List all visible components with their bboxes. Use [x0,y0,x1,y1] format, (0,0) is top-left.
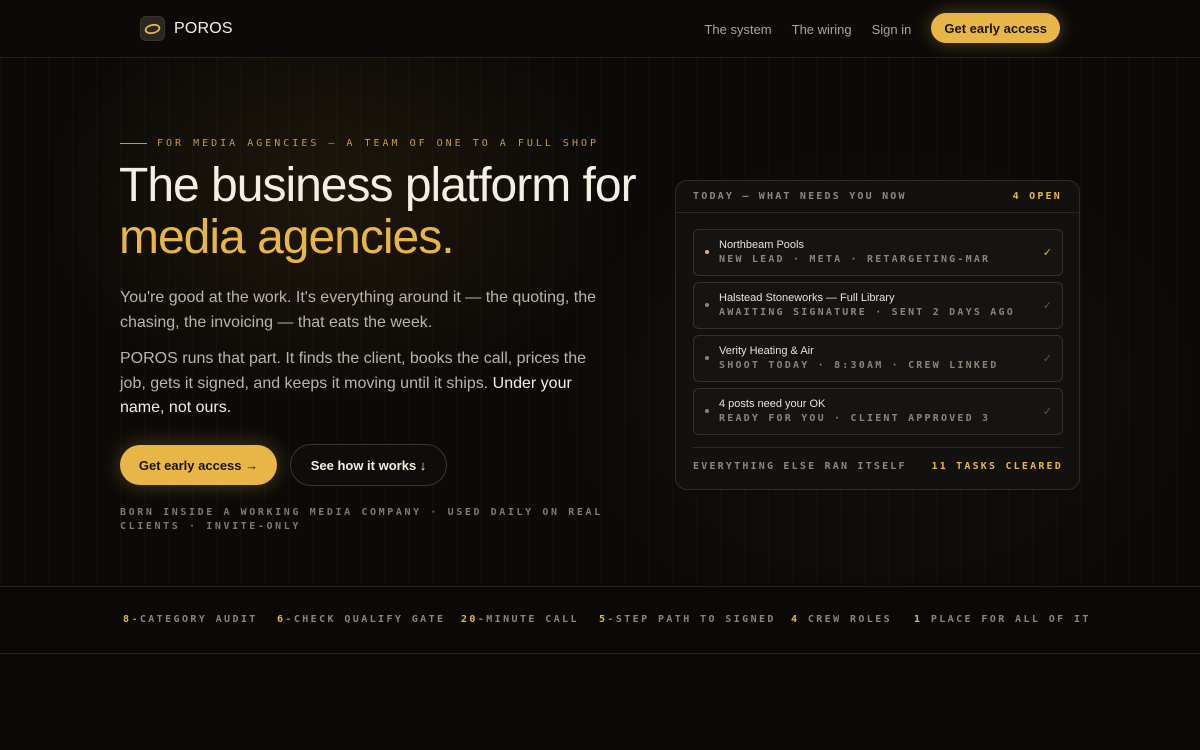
stat-item: 20-MINUTE CALL [461,614,579,625]
hero-paragraph-1: You're good at the work. It's everything… [120,289,597,331]
stat-item: 4 CREW ROLES [791,614,892,625]
nav-link-wiring[interactable]: The wiring [792,22,852,37]
hero-get-early-access-button[interactable]: Get early access → [120,445,277,485]
stat-label: -STEP PATH TO SIGNED [607,614,776,625]
brand-name: POROS [174,19,233,37]
card-header: TODAY — WHAT NEEDS YOU NOW 4 OPEN [676,181,1079,213]
site-header: POROS The system The wiring Sign in Get … [0,0,1200,58]
task-item[interactable]: Halstead Stoneworks — Full Library AWAIT… [693,282,1063,329]
task-status-dot [705,356,709,360]
stat-label: PLACE FOR ALL OF IT [922,614,1091,625]
card-footer-count: 11 TASKS CLEARED [931,461,1063,472]
task-status-dot [705,409,709,413]
stat-label: -MINUTE CALL [477,614,579,625]
stat-label: -CATEGORY AUDIT [131,614,258,625]
stats-band: 8-CATEGORY AUDIT 6-CHECK QUALIFY GATE 20… [0,586,1200,654]
task-meta: NEW LEAD · META · RETARGETING-MAR [719,254,991,265]
see-how-it-works-button[interactable]: See how it works ↓ [290,444,447,486]
task-item[interactable]: Northbeam Pools NEW LEAD · META · RETARG… [693,229,1063,276]
get-early-access-button[interactable]: Get early access [931,13,1060,43]
check-icon[interactable]: ✓ [1043,405,1052,418]
task-status-dot [705,303,709,307]
card-open-count: 4 OPEN [1012,191,1062,202]
task-name: 4 posts need your OK [719,398,826,410]
nav-link-system[interactable]: The system [704,22,771,37]
card-footer: EVERYTHING ELSE RAN ITSELF 11 TASKS CLEA… [693,447,1063,485]
task-status-dot [705,250,709,254]
card-header-title: TODAY — WHAT NEEDS YOU NOW [693,191,907,202]
task-meta: AWAITING SIGNATURE · SENT 2 DAYS AGO [719,307,1015,318]
hero-title-line1: The business platform for [119,159,637,212]
brand-logo[interactable]: POROS [140,16,233,41]
task-meta: READY FOR YOU · CLIENT APPROVED 3 [719,413,991,424]
main-nav: The system The wiring Sign in Get early … [704,13,1060,43]
hero-paragraph-2: POROS runs that part. It finds the clien… [120,347,600,421]
eyebrow-text: FOR MEDIA AGENCIES — A TEAM OF ONE TO A … [157,138,600,149]
hero-title-line2: media agencies. [119,211,455,264]
task-item[interactable]: Verity Heating & Air SHOOT TODAY · 8:30A… [693,335,1063,382]
card-footer-text: EVERYTHING ELSE RAN ITSELF [693,461,907,472]
stat-item: 5-STEP PATH TO SIGNED [599,614,776,625]
today-card: TODAY — WHAT NEEDS YOU NOW 4 OPEN Northb… [675,180,1080,490]
stat-item: 6-CHECK QUALIFY GATE [277,614,445,625]
check-icon[interactable]: ✓ [1043,299,1052,312]
stat-item: 1 PLACE FOR ALL OF IT [914,614,1091,625]
stat-label: CREW ROLES [799,614,893,625]
hero-fineprint: BORN INSIDE A WORKING MEDIA COMPANY · US… [120,507,603,532]
nav-link-sign-in[interactable]: Sign in [872,22,912,37]
task-name: Verity Heating & Air [719,345,814,357]
stat-label: -CHECK QUALIFY GATE [285,614,446,625]
stat-number: 20 [461,614,478,625]
stat-item: 8-CATEGORY AUDIT [123,614,258,625]
task-item[interactable]: 4 posts need your OK READY FOR YOU · CLI… [693,388,1063,435]
task-meta: SHOOT TODAY · 8:30AM · CREW LINKED [719,360,999,371]
task-name: Northbeam Pools [719,239,804,251]
check-icon[interactable]: ✓ [1043,352,1052,365]
hero-title: The business platform for media agencies… [119,160,639,264]
task-name: Halstead Stoneworks — Full Library [719,292,895,304]
check-icon[interactable]: ✓ [1043,246,1052,259]
poros-ring-icon [140,16,165,41]
eyebrow-rule [120,143,147,144]
hero-eyebrow: FOR MEDIA AGENCIES — A TEAM OF ONE TO A … [120,138,599,149]
